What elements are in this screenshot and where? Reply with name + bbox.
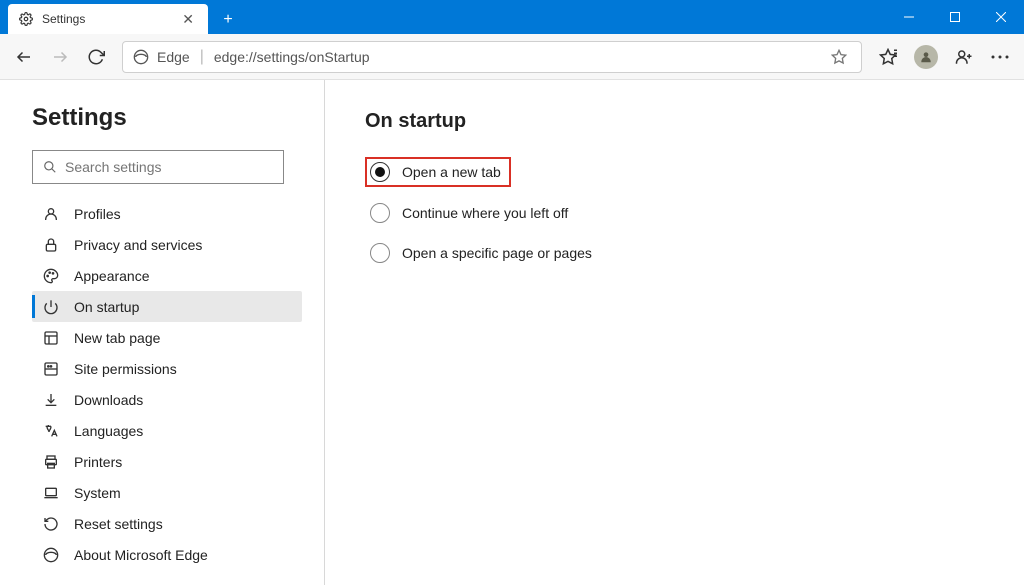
radio-label: Open a new tab <box>402 164 501 180</box>
sidebar-item-label: About Microsoft Edge <box>74 547 208 563</box>
edge-icon <box>42 546 60 564</box>
account-button[interactable] <box>946 39 982 75</box>
close-tab-icon[interactable]: ✕ <box>178 9 198 30</box>
minimize-button[interactable] <box>886 0 932 34</box>
search-icon <box>43 160 57 174</box>
sidebar-item-onstartup[interactable]: On startup <box>32 291 302 322</box>
printer-icon <box>42 453 60 471</box>
startup-option-specific[interactable]: Open a specific page or pages <box>365 233 984 273</box>
browser-tab-settings[interactable]: Settings ✕ <box>8 4 208 34</box>
menu-button[interactable] <box>982 39 1018 75</box>
sidebar-item-label: Profiles <box>74 206 121 222</box>
sidebar-item-newtab[interactable]: New tab page <box>32 322 302 353</box>
sidebar-item-label: On startup <box>74 299 139 315</box>
tab-label: Settings <box>42 12 178 26</box>
sidebar-item-label: Appearance <box>74 268 150 284</box>
sidebar-item-label: Printers <box>74 454 122 470</box>
toolbar-right <box>870 39 1018 75</box>
settings-nav: Profiles Privacy and services Appearance On… <box>32 198 302 570</box>
titlebar: Settings ✕ + <box>0 0 1024 34</box>
sidebar-item-privacy[interactable]: Privacy and services <box>32 229 302 260</box>
person-icon <box>42 205 60 223</box>
sidebar-item-reset[interactable]: Reset settings <box>32 508 302 539</box>
back-button[interactable] <box>6 39 42 75</box>
gear-icon <box>18 11 34 27</box>
startup-option-newtab[interactable]: Open a new tab <box>365 157 511 187</box>
radio-label: Open a specific page or pages <box>402 245 592 261</box>
address-separator: | <box>200 48 204 66</box>
favorites-button[interactable] <box>870 39 906 75</box>
sidebar-item-languages[interactable]: Languages <box>32 415 302 446</box>
edge-logo-icon <box>133 49 149 65</box>
sidebar-item-sitepermissions[interactable]: Site permissions <box>32 353 302 384</box>
sidebar-item-label: System <box>74 485 121 501</box>
sidebar-item-downloads[interactable]: Downloads <box>32 384 302 415</box>
sidebar-item-system[interactable]: System <box>32 477 302 508</box>
content: Settings Profiles Privacy and services App… <box>0 80 1024 585</box>
language-icon <box>42 422 60 440</box>
radio-button[interactable] <box>370 243 390 263</box>
address-bar[interactable]: Edge | edge://settings/onStartup <box>122 41 862 73</box>
sidebar-item-label: Languages <box>74 423 143 439</box>
grid-icon <box>42 329 60 347</box>
sidebar-item-appearance[interactable]: Appearance <box>32 260 302 291</box>
sidebar-item-about[interactable]: About Microsoft Edge <box>32 539 302 570</box>
laptop-icon <box>42 484 60 502</box>
sidebar-item-label: Privacy and services <box>74 237 202 253</box>
download-icon <box>42 391 60 409</box>
sidebar: Settings Profiles Privacy and services App… <box>0 80 325 585</box>
new-tab-button[interactable]: + <box>214 6 242 34</box>
startup-options: Open a new tab Continue where you left of… <box>365 157 984 273</box>
radio-label: Continue where you left off <box>402 205 568 221</box>
window-controls <box>886 0 1024 34</box>
lock-icon <box>42 236 60 254</box>
address-url: edge://settings/onStartup <box>214 49 827 65</box>
palette-icon <box>42 267 60 285</box>
refresh-button[interactable] <box>78 39 114 75</box>
power-icon <box>42 298 60 316</box>
radio-button[interactable] <box>370 162 390 182</box>
main-panel: On startup Open a new tab Continue where … <box>325 80 1024 585</box>
search-settings-input[interactable] <box>65 159 273 175</box>
sidebar-item-label: Reset settings <box>74 516 163 532</box>
tab-strip: Settings ✕ + <box>0 0 242 34</box>
section-title: On startup <box>365 110 984 133</box>
sidebar-item-profiles[interactable]: Profiles <box>32 198 302 229</box>
search-settings-box[interactable] <box>32 150 284 184</box>
maximize-button[interactable] <box>932 0 978 34</box>
favorite-star-icon[interactable] <box>827 45 851 69</box>
page-title: Settings <box>32 104 302 132</box>
sidebar-item-label: Downloads <box>74 392 143 408</box>
site-icon <box>42 360 60 378</box>
close-window-button[interactable] <box>978 0 1024 34</box>
toolbar: Edge | edge://settings/onStartup <box>0 34 1024 80</box>
forward-button[interactable] <box>42 39 78 75</box>
sidebar-item-printers[interactable]: Printers <box>32 446 302 477</box>
startup-option-continue[interactable]: Continue where you left off <box>365 193 984 233</box>
sidebar-item-label: New tab page <box>74 330 160 346</box>
profile-avatar[interactable] <box>914 45 938 69</box>
reset-icon <box>42 515 60 533</box>
address-scheme-label: Edge <box>157 49 190 65</box>
radio-button[interactable] <box>370 203 390 223</box>
sidebar-item-label: Site permissions <box>74 361 177 377</box>
